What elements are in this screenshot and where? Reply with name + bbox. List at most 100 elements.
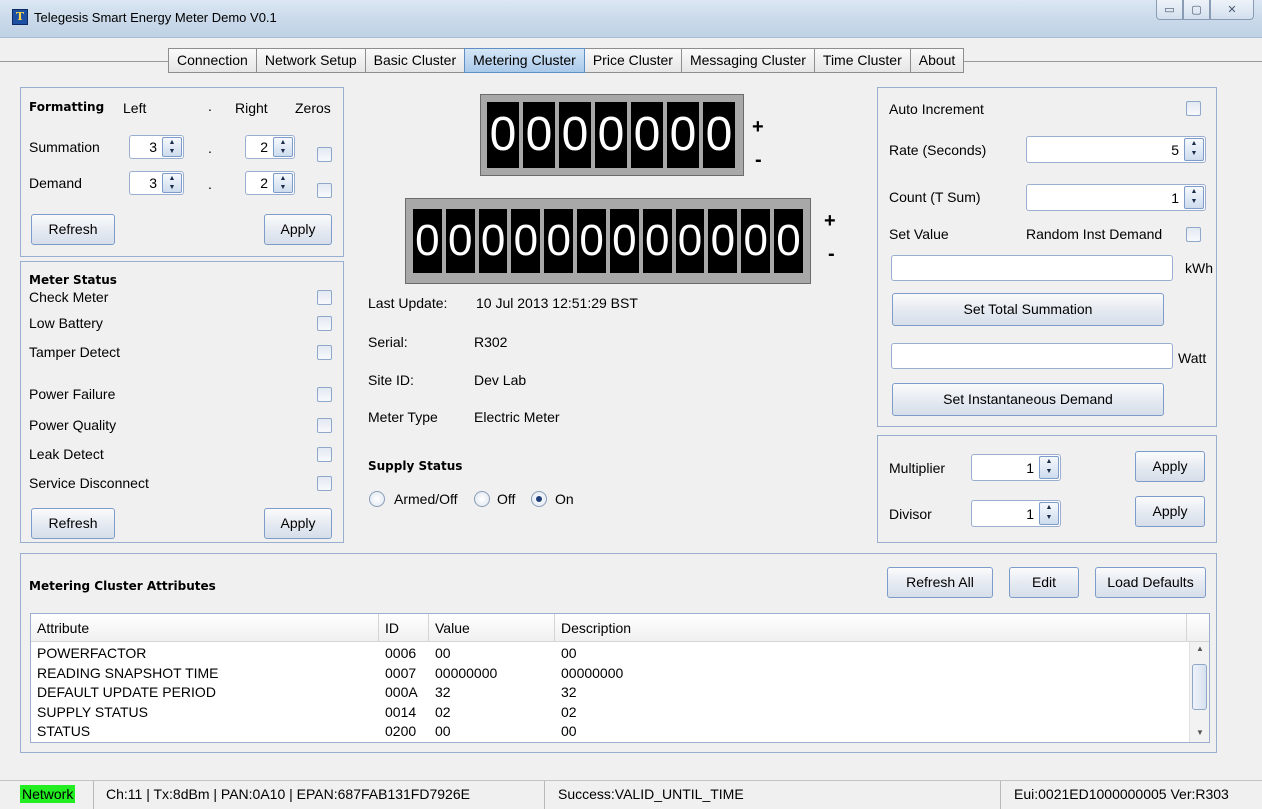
tab-metering-cluster[interactable]: Metering Cluster	[464, 48, 585, 73]
eui-version-text: Eui:0021ED1000000005 Ver:R303	[1014, 786, 1229, 802]
formatting-title: Formatting	[29, 100, 105, 114]
meter-status-service-disconnect-checkbox[interactable]	[317, 476, 332, 491]
summation-digit: 0	[445, 209, 475, 273]
rate-value: 5	[1171, 142, 1179, 158]
tab-connection[interactable]: Connection	[168, 48, 257, 73]
network-status-badge: Network	[20, 785, 76, 803]
tab-price-cluster[interactable]: Price Cluster	[583, 48, 682, 73]
divisor-apply-button[interactable]: Apply	[1135, 496, 1205, 527]
demand-zeros-checkbox[interactable]	[317, 183, 332, 198]
table-cell: 0200	[385, 723, 417, 739]
tab-network-setup[interactable]: Network Setup	[255, 48, 366, 73]
total-summation-input[interactable]	[891, 255, 1173, 281]
divisor-label: Divisor	[889, 506, 932, 522]
demand-left-stepper[interactable]: 3 ▲ ▼	[129, 171, 184, 195]
tab-time-cluster[interactable]: Time Cluster	[813, 48, 911, 73]
scroll-up-icon[interactable]: ▲	[1196, 644, 1204, 653]
table-scrollbar[interactable]: ▲ ▼	[1189, 642, 1209, 742]
meter-status-refresh-button[interactable]: Refresh	[31, 508, 115, 539]
edit-button[interactable]: Edit	[1009, 567, 1079, 598]
meter-status-power-failure-checkbox[interactable]	[317, 387, 332, 402]
scroll-thumb[interactable]	[1192, 664, 1207, 710]
close-icon[interactable]: ✕	[1210, 0, 1254, 20]
column-header-attribute[interactable]: Attribute	[31, 614, 379, 642]
table-row[interactable]: STATUS 0200 00 00	[31, 722, 1181, 741]
random-inst-demand-checkbox[interactable]	[1186, 227, 1201, 242]
table-cell: 0014	[385, 703, 417, 720]
meter-status-low-battery-checkbox[interactable]	[317, 316, 332, 331]
stepper-arrows-icon[interactable]: ▲ ▼	[162, 173, 182, 193]
meter-status-tamper-detect-checkbox[interactable]	[317, 345, 332, 360]
meter-status-check-meter-checkbox[interactable]	[317, 290, 332, 305]
summation-digit: 0	[642, 209, 672, 273]
table-row[interactable]: DEFAULT UPDATE PERIOD 000A 32 32	[31, 683, 1181, 702]
summation-zeros-checkbox[interactable]	[317, 147, 332, 162]
count-stepper[interactable]: 1 ▲ ▼	[1026, 184, 1206, 211]
maximize-icon[interactable]: ▢	[1183, 0, 1210, 20]
summation-label: Summation	[29, 139, 100, 155]
auto-increment-checkbox[interactable]	[1186, 101, 1201, 116]
meter-status-apply-button[interactable]: Apply	[264, 508, 332, 539]
set-instantaneous-demand-button[interactable]: Set Instantaneous Demand	[892, 383, 1164, 416]
demand-right-stepper[interactable]: 2 ▲ ▼	[245, 171, 295, 195]
supply-on-label[interactable]: On	[555, 491, 574, 507]
summation-left-stepper[interactable]: 3 ▲ ▼	[129, 135, 184, 159]
summation-digit: 0	[708, 209, 738, 273]
summation-digit: 0	[478, 209, 508, 273]
meter-status-power-quality-checkbox[interactable]	[317, 418, 332, 433]
table-row[interactable]: READING SNAPSHOT TIME 0007 00000000 0000000…	[31, 664, 1181, 683]
summation-right-stepper[interactable]: 2 ▲ ▼	[245, 135, 295, 159]
tab-basic-cluster[interactable]: Basic Cluster	[364, 48, 466, 73]
rate-stepper[interactable]: 5 ▲ ▼	[1026, 136, 1206, 163]
supply-off-label[interactable]: Off	[497, 491, 515, 507]
supply-off-radio[interactable]	[474, 491, 490, 507]
demand-right-value: 2	[260, 175, 268, 191]
instantaneous-demand-input[interactable]	[891, 343, 1173, 369]
stepper-arrows-icon[interactable]: ▲ ▼	[1039, 456, 1059, 479]
supply-on-radio[interactable]	[531, 491, 547, 507]
stepper-arrows-icon[interactable]: ▲ ▼	[162, 137, 182, 157]
multiplier-apply-button[interactable]: Apply	[1135, 451, 1205, 482]
column-header-description[interactable]: Description	[555, 614, 1187, 642]
stepper-arrows-icon[interactable]: ▲ ▼	[1184, 138, 1204, 161]
tab-bar: Connection Network Setup Basic Cluster Mete…	[168, 48, 965, 73]
table-row[interactable]: POWERFACTOR 0006 00 00	[31, 644, 1181, 663]
site-id-value: Dev Lab	[474, 372, 527, 388]
dot-column-label: .	[208, 98, 212, 114]
multiplier-value: 1	[1026, 460, 1034, 476]
stepper-arrows-icon[interactable]: ▲ ▼	[273, 137, 293, 157]
table-cell: 02	[561, 703, 577, 720]
stepper-arrows-icon[interactable]: ▲ ▼	[1184, 186, 1204, 209]
formatting-refresh-button[interactable]: Refresh	[31, 214, 115, 245]
meter-status-title: Meter Status	[29, 273, 117, 287]
demand-label: Demand	[29, 175, 82, 191]
column-header-id[interactable]: ID	[379, 614, 429, 642]
left-column-label: Left	[123, 100, 147, 116]
table-cell: 00	[561, 723, 577, 739]
demand-minus-sign: -	[755, 149, 762, 171]
supply-status-title: Supply Status	[368, 459, 463, 473]
tab-about[interactable]: About	[909, 48, 965, 73]
set-total-summation-button[interactable]: Set Total Summation	[892, 293, 1164, 326]
table-cell: 00	[435, 723, 451, 739]
table-cell: 02	[435, 703, 451, 720]
refresh-all-button[interactable]: Refresh All	[887, 567, 993, 598]
stepper-arrows-icon[interactable]: ▲ ▼	[1039, 502, 1059, 525]
tab-messaging-cluster[interactable]: Messaging Cluster	[680, 48, 815, 73]
stepper-arrows-icon[interactable]: ▲ ▼	[273, 173, 293, 193]
load-defaults-button[interactable]: Load Defaults	[1095, 567, 1206, 598]
divisor-stepper[interactable]: 1 ▲ ▼	[971, 500, 1061, 527]
column-header-value[interactable]: Value	[429, 614, 555, 642]
minimize-icon[interactable]: ▭	[1156, 0, 1183, 20]
summation-digit: 0	[577, 209, 606, 273]
formatting-apply-button[interactable]: Apply	[264, 214, 332, 245]
multiplier-stepper[interactable]: 1 ▲ ▼	[971, 454, 1061, 481]
supply-armed-off-radio[interactable]	[369, 491, 385, 507]
meter-status-tamper-detect-label: Tamper Detect	[29, 344, 121, 360]
demand-digit: 0	[631, 102, 663, 168]
summation-digit: 0	[413, 209, 442, 273]
table-row[interactable]: SUPPLY STATUS 0014 02 02	[31, 703, 1181, 722]
meter-status-leak-detect-checkbox[interactable]	[317, 447, 332, 462]
supply-armed-off-label[interactable]: Armed/Off	[394, 491, 458, 507]
scroll-down-icon[interactable]: ▼	[1196, 728, 1204, 737]
